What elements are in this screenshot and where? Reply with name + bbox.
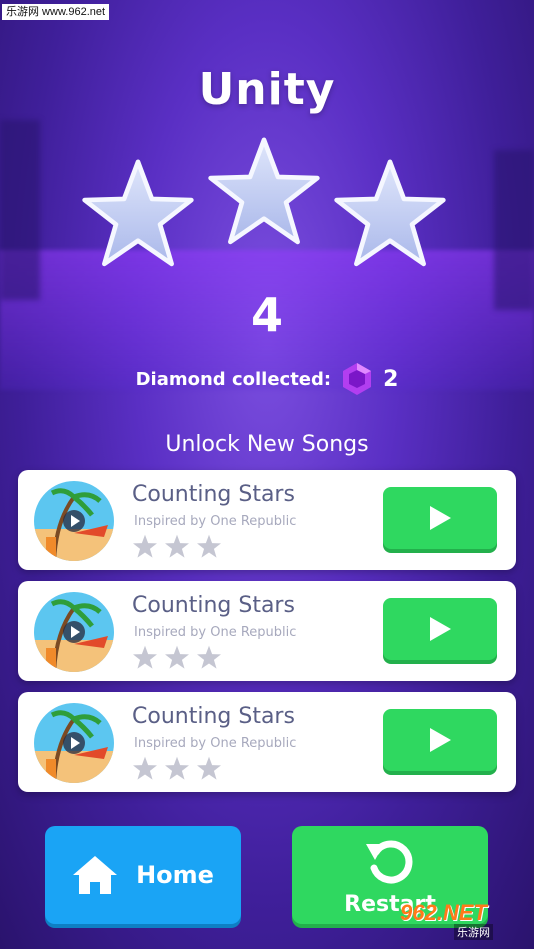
song-card[interactable]: Counting Stars Inspired by One Republic	[18, 470, 516, 570]
song-rating	[132, 756, 222, 781]
home-button[interactable]: Home	[45, 826, 241, 924]
watermark-top: 乐游网 www.962.net	[2, 4, 110, 20]
song-thumbnail	[34, 592, 114, 672]
song-subtitle: Inspired by One Republic	[134, 736, 297, 751]
song-rating	[132, 534, 222, 559]
home-icon	[73, 856, 118, 894]
empty-star-icon	[197, 645, 221, 669]
empty-star-icon	[165, 534, 189, 558]
rating-star-icon	[334, 159, 446, 267]
song-thumbnail	[34, 481, 114, 561]
empty-star-icon	[165, 756, 189, 780]
watermark-logo-text: 962.NET	[400, 900, 487, 925]
empty-star-icon	[133, 645, 157, 669]
empty-star-icon	[165, 645, 189, 669]
song-card[interactable]: Counting Stars Inspired by One Republic	[18, 581, 516, 681]
rating-star-icon	[82, 159, 194, 267]
diamond-icon	[343, 363, 372, 395]
play-button[interactable]	[383, 487, 497, 549]
play-icon	[430, 617, 451, 641]
song-subtitle: Inspired by One Republic	[134, 625, 297, 640]
play-icon	[430, 506, 451, 530]
empty-star-icon	[133, 534, 157, 558]
beach-artwork-icon	[34, 592, 114, 672]
restart-icon	[366, 840, 413, 884]
empty-star-icon	[197, 756, 221, 780]
diamond-collected-row: Diamond collected: 2	[0, 362, 534, 396]
background-pillar	[0, 120, 40, 300]
empty-star-icon	[133, 756, 157, 780]
song-thumbnail	[34, 703, 114, 783]
song-title: Counting Stars	[132, 593, 295, 618]
diamond-label: Diamond collected:	[135, 368, 332, 390]
beach-artwork-icon	[34, 703, 114, 783]
play-button[interactable]	[383, 598, 497, 660]
home-button-label: Home	[136, 861, 214, 889]
rating-star-icon	[208, 137, 320, 245]
song-card[interactable]: Counting Stars Inspired by One Republic	[18, 692, 516, 792]
song-title: Counting Stars	[132, 704, 295, 729]
watermark-bottom: 962.NET 乐游网	[400, 900, 530, 945]
score-value: 4	[250, 288, 283, 342]
play-button[interactable]	[383, 709, 497, 771]
background-pillar	[494, 150, 534, 310]
song-title: Counting Stars	[132, 482, 295, 507]
beach-artwork-icon	[34, 481, 114, 561]
diamond-count: 2	[383, 366, 399, 392]
unlock-heading: Unlock New Songs	[165, 432, 369, 457]
song-subtitle: Inspired by One Republic	[134, 514, 297, 529]
empty-star-icon	[197, 534, 221, 558]
song-rating	[132, 645, 222, 670]
watermark-subtext: 乐游网	[454, 924, 493, 940]
play-icon	[430, 728, 451, 752]
level-title: Unity	[198, 64, 336, 115]
